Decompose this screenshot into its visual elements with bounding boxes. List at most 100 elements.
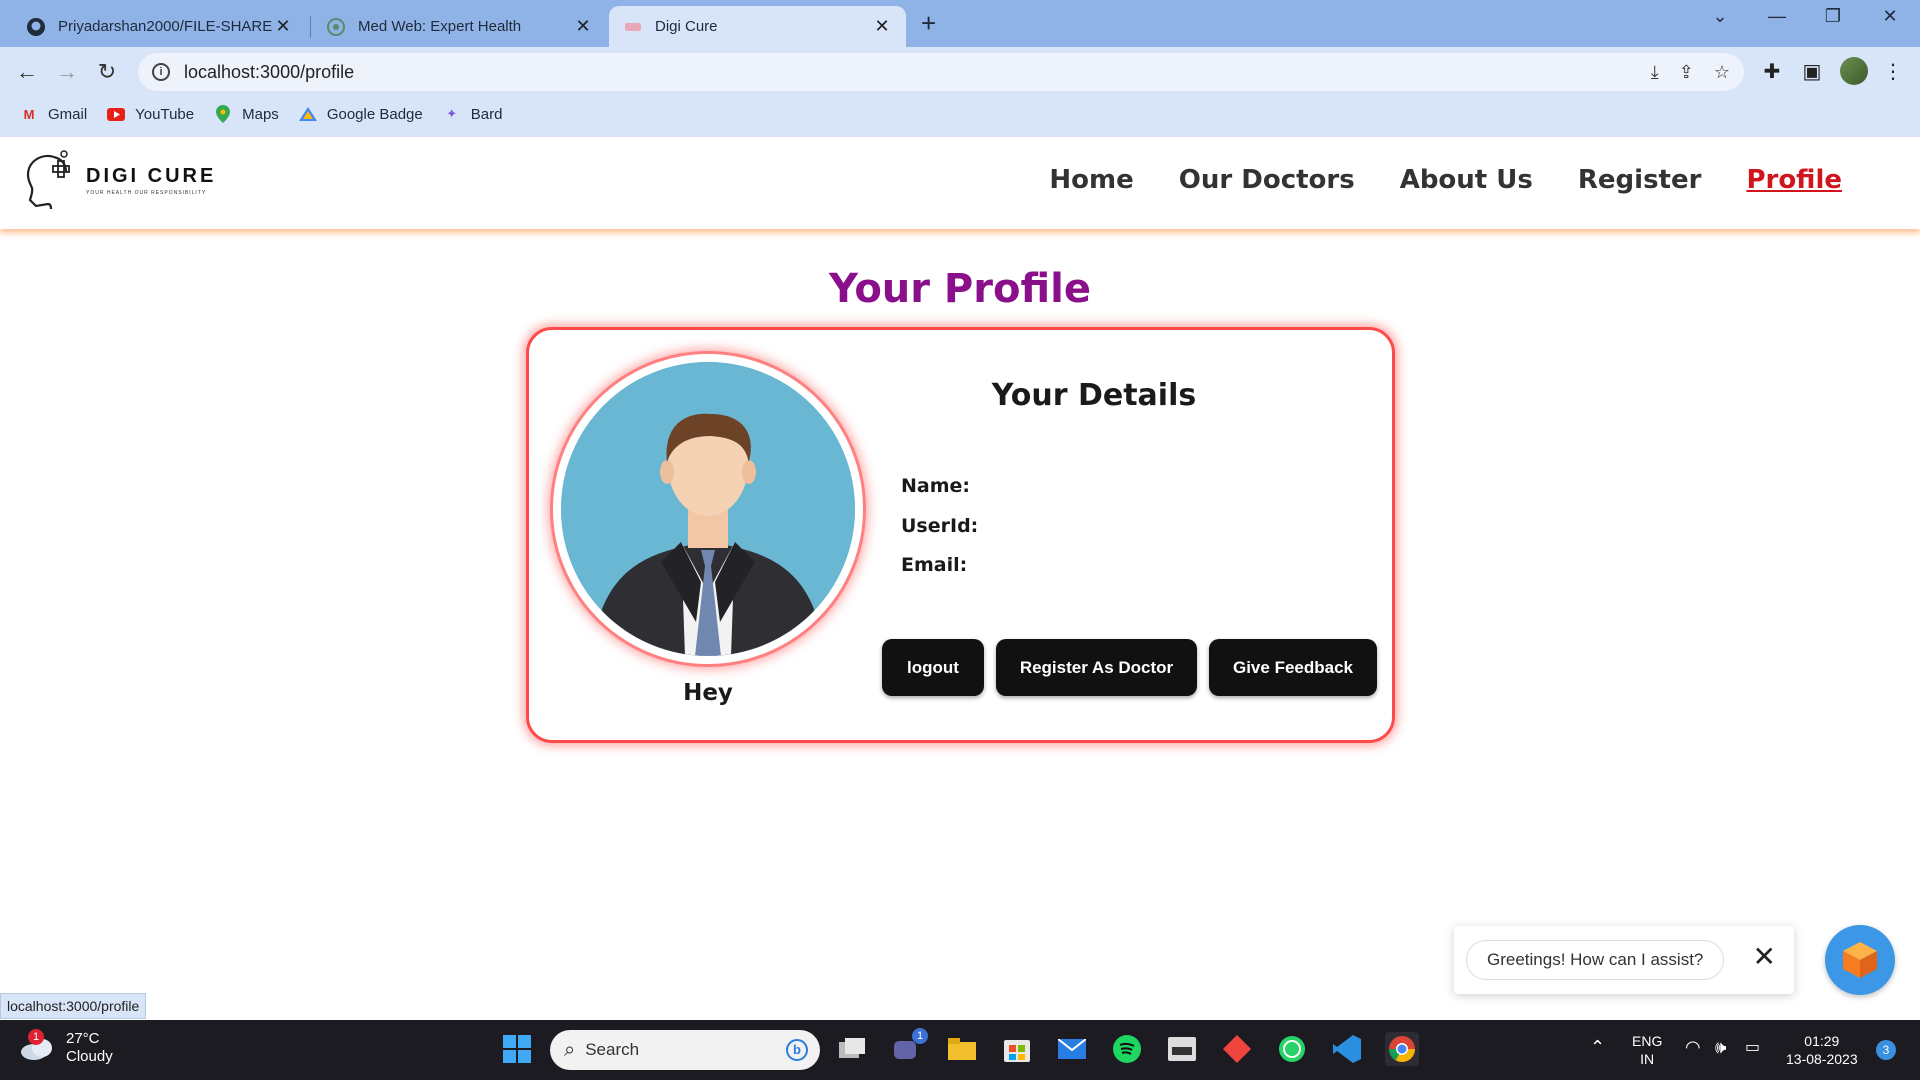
google-badge-icon <box>298 105 317 123</box>
chatbot-launcher-button[interactable] <box>1825 925 1895 995</box>
bookmark-bard[interactable]: ✦ Bard <box>443 105 502 123</box>
bookmark-maps[interactable]: Maps <box>214 105 279 123</box>
maps-icon <box>214 105 232 123</box>
address-bar[interactable]: i localhost:3000/profile ⤓ ⇪ ☆ <box>138 53 1744 91</box>
minimize-icon[interactable]: — <box>1757 6 1797 27</box>
tab-github[interactable]: Priyadarshan2000/FILE-SHARE-FI ✕ <box>12 6 307 47</box>
battery-icon[interactable]: ▭ <box>1745 1039 1760 1057</box>
user-avatar-icon <box>561 362 855 656</box>
search-placeholder: Search <box>585 1040 640 1059</box>
new-tab-button[interactable]: + <box>921 8 936 39</box>
mail-icon[interactable] <box>1055 1032 1089 1066</box>
share-icon[interactable]: ⇪ <box>1679 62 1694 83</box>
head-cross-icon <box>26 150 70 210</box>
clock[interactable]: 01:29 13-08-2023 <box>1786 1032 1858 1068</box>
profile-avatar[interactable] <box>1840 57 1868 85</box>
clock-time: 01:29 <box>1804 1033 1840 1049</box>
tab-title: Digi Cure <box>655 18 718 35</box>
reload-icon[interactable]: ↻ <box>92 57 122 87</box>
microsoft-store-icon[interactable] <box>1000 1032 1034 1066</box>
digicure-icon <box>623 17 643 37</box>
logo-tagline: YOUR HEALTH OUR RESPONSIBILITY <box>86 189 207 196</box>
email-label: Email: <box>901 554 968 576</box>
chat-message[interactable]: Greetings! How can I assist? <box>1466 940 1725 980</box>
cloud-icon: 1 <box>20 1029 54 1061</box>
teams-badge: 1 <box>912 1028 928 1044</box>
weather-widget[interactable]: 1 27°C Cloudy <box>20 1029 113 1066</box>
whatsapp-icon[interactable] <box>1275 1032 1309 1066</box>
nav-profile[interactable]: Profile <box>1746 165 1842 195</box>
register-as-doctor-button[interactable]: Register As Doctor <box>996 639 1197 696</box>
page-title: Your Profile <box>829 266 1091 312</box>
side-panel-icon[interactable]: ▣ <box>1797 57 1827 87</box>
window-close-icon[interactable]: ✕ <box>1870 6 1910 27</box>
vscode-icon[interactable] <box>1330 1032 1364 1066</box>
task-view-icon[interactable] <box>835 1032 869 1066</box>
main-menu: Home Our Doctors About Us Register Profi… <box>1049 165 1842 195</box>
chrome-icon[interactable] <box>1385 1032 1419 1066</box>
userid-label: UserId: <box>901 515 979 537</box>
logo-name: DIGI CURE <box>86 164 217 187</box>
notification-count[interactable]: 3 <box>1876 1040 1896 1060</box>
close-icon[interactable]: ✕ <box>1753 940 1776 973</box>
nav-home[interactable]: Home <box>1049 165 1133 195</box>
taskbar: 1 27°C Cloudy ⌕ Search b 1 ⌃ ENG IN ◠ 🕪 … <box>0 1020 1920 1080</box>
status-bar-url: localhost:3000/profile <box>0 993 147 1019</box>
search-icon: ⌕ <box>564 1038 576 1061</box>
forward-icon[interactable]: → <box>52 57 82 87</box>
install-icon[interactable]: ⤓ <box>1651 62 1659 83</box>
close-icon[interactable]: ✕ <box>573 16 593 37</box>
site-info-icon[interactable]: i <box>152 63 170 81</box>
extensions-icon[interactable]: ✚ <box>1757 57 1787 87</box>
tab-title: Priyadarshan2000/FILE-SHARE-FI <box>58 18 273 35</box>
close-icon[interactable]: ✕ <box>872 16 892 37</box>
taskbar-search[interactable]: ⌕ Search b <box>550 1030 820 1070</box>
language-indicator[interactable]: ENG IN <box>1632 1032 1662 1068</box>
bookmarks-bar: M Gmail YouTube Maps Google Badge ✦ Bard <box>0 99 502 129</box>
bookmark-star-icon[interactable]: ☆ <box>1714 62 1730 83</box>
greeting-text: Hey <box>683 680 733 706</box>
nav-our-doctors[interactable]: Our Doctors <box>1179 165 1355 195</box>
app-icon[interactable] <box>1165 1032 1199 1066</box>
teams-icon[interactable]: 1 <box>890 1028 928 1066</box>
tab-divider <box>310 16 311 38</box>
bookmark-gmail[interactable]: M Gmail <box>20 105 88 123</box>
weather-temp: 27°C <box>66 1030 100 1047</box>
bookmark-google-badge[interactable]: Google Badge <box>298 105 423 123</box>
chat-greeting-popup: Greetings! How can I assist? ✕ <box>1454 926 1794 994</box>
github-icon <box>26 17 46 37</box>
volume-icon[interactable]: 🕪 <box>1715 1038 1726 1056</box>
nav-register[interactable]: Register <box>1578 165 1702 195</box>
cube-icon <box>1843 942 1877 978</box>
tab-title: Med Web: Expert Health <box>358 18 522 35</box>
restore-icon[interactable]: ❐ <box>1813 6 1853 27</box>
file-explorer-icon[interactable] <box>945 1032 979 1066</box>
menu-dots-icon[interactable]: ⋮ <box>1878 57 1908 87</box>
give-feedback-button[interactable]: Give Feedback <box>1209 639 1377 696</box>
url-text: localhost:3000/profile <box>184 61 355 82</box>
profile-photo <box>553 354 863 664</box>
name-label: Name: <box>901 475 971 497</box>
browser-tabstrip: Priyadarshan2000/FILE-SHARE-FI ✕ Med Web… <box>0 0 1920 47</box>
tab-med-web[interactable]: Med Web: Expert Health ✕ <box>312 6 607 47</box>
close-icon[interactable]: ✕ <box>273 16 293 37</box>
tab-digi-cure[interactable]: Digi Cure ✕ <box>609 6 906 47</box>
site-navbar: DIGI CURE YOUR HEALTH OUR RESPONSIBILITY… <box>0 137 1920 229</box>
anydesk-icon[interactable] <box>1220 1032 1254 1066</box>
profile-card: Hey Your Details Name: UserId: Email: lo… <box>526 327 1395 743</box>
site-logo[interactable]: DIGI CURE YOUR HEALTH OUR RESPONSIBILITY <box>24 149 216 211</box>
details-title: Your Details <box>991 378 1197 413</box>
spotify-icon[interactable] <box>1110 1032 1144 1066</box>
gmail-icon: M <box>23 106 35 122</box>
clock-date: 13-08-2023 <box>1786 1051 1858 1067</box>
nav-about-us[interactable]: About Us <box>1400 165 1533 195</box>
tab-search-icon[interactable]: ⌄ <box>1700 6 1740 27</box>
browser-toolbar: ← → ↻ i localhost:3000/profile ⤓ ⇪ ☆ ✚ ▣… <box>0 47 1920 137</box>
logout-button[interactable]: logout <box>882 639 984 696</box>
wifi-icon[interactable]: ◠ <box>1685 1038 1701 1056</box>
back-icon[interactable]: ← <box>12 57 42 87</box>
show-hidden-icons[interactable]: ⌃ <box>1590 1038 1605 1056</box>
bookmark-youtube[interactable]: YouTube <box>107 105 194 123</box>
windows-start-icon[interactable] <box>500 1032 534 1066</box>
weather-badge: 1 <box>28 1029 44 1045</box>
